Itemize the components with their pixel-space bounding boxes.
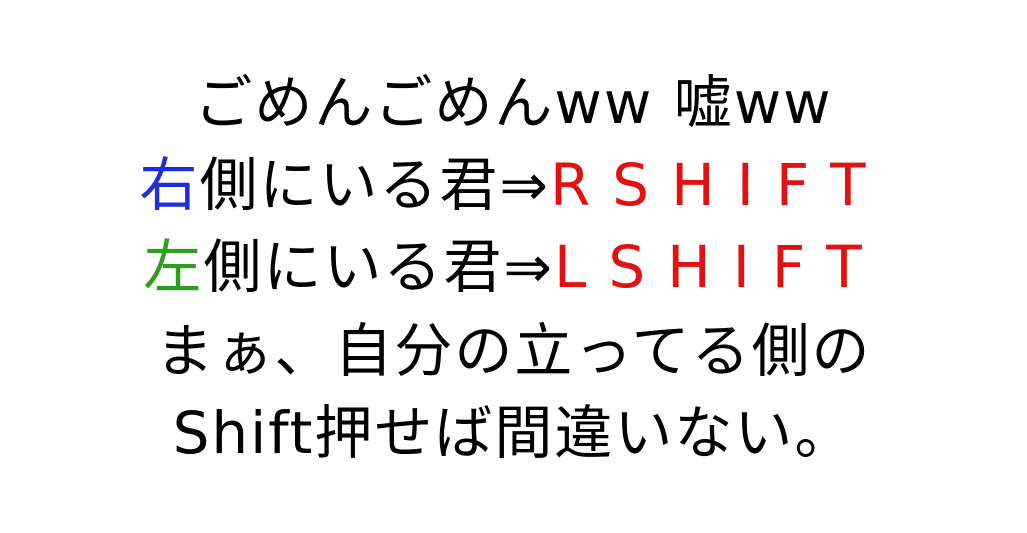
line-3-text: 側にいる君⇒ xyxy=(203,233,554,301)
rshift-key-label: RSHIFT xyxy=(550,151,888,219)
right-kanji: 右 xyxy=(139,151,200,219)
lshift-key-label: LSHIFT xyxy=(554,233,884,301)
text-line-3: 左側にいる君⇒LSHIFT xyxy=(0,232,1027,302)
text-line-5: Shift押せば間違いない。 xyxy=(0,398,1027,468)
line-2-text: 側にいる君⇒ xyxy=(199,151,550,219)
meme-card: ごめんごめんww 嘘ww 右側にいる君⇒RSHIFT 左側にいる君⇒LSHIFT… xyxy=(0,0,1027,533)
text-line-1: ごめんごめんww 嘘ww xyxy=(0,68,1027,138)
line-5-text: Shift押せば間違いない。 xyxy=(172,399,855,467)
line-4-text: まぁ、自分の立ってる側の xyxy=(155,317,872,385)
text-line-4: まぁ、自分の立ってる側の xyxy=(0,316,1027,386)
text-line-2: 右側にいる君⇒RSHIFT xyxy=(0,150,1027,220)
line-1-text: ごめんごめんww 嘘ww xyxy=(194,69,833,137)
left-kanji: 左 xyxy=(143,233,204,301)
